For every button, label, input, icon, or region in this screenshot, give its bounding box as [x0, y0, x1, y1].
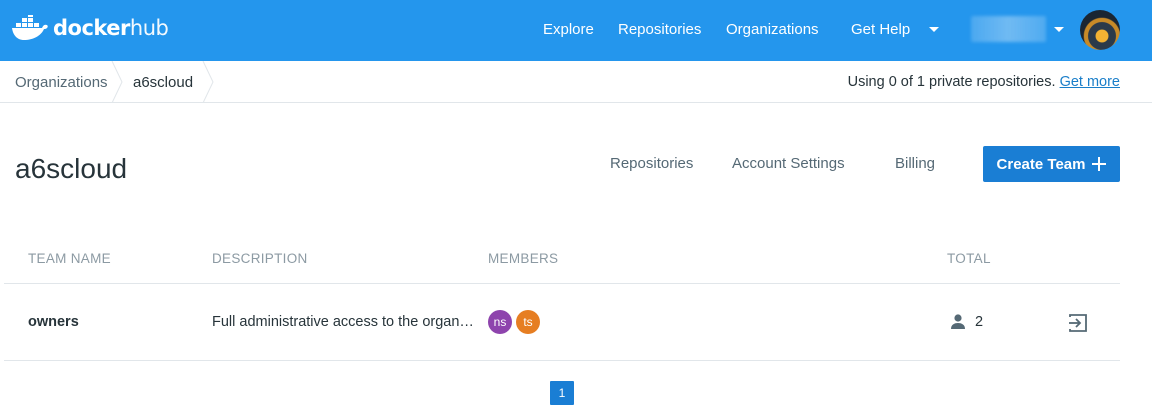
column-header-team-name: TEAM NAME: [28, 251, 111, 266]
tab-repositories[interactable]: Repositories: [610, 155, 693, 172]
breadcrumb-current-org: a6scloud: [133, 74, 194, 91]
breadcrumb: Organizations a6scloud Using 0 of 1 priv…: [0, 61, 1152, 103]
private-repo-usage: Using 0 of 1 private repositories. Get m…: [848, 74, 1120, 90]
user-menu-caret-icon[interactable]: [1054, 27, 1064, 32]
create-team-button[interactable]: Create Team: [983, 146, 1120, 182]
user-avatar[interactable]: [1080, 10, 1120, 50]
nav-repositories[interactable]: Repositories: [618, 21, 701, 38]
member-avatar[interactable]: ns: [488, 310, 512, 334]
top-navbar: dockerhub Explore Repositories Organizat…: [0, 0, 1152, 61]
team-total-members: 2: [975, 314, 984, 330]
person-icon: [951, 314, 965, 329]
tab-billing[interactable]: Billing: [895, 155, 935, 172]
breadcrumb-organizations[interactable]: Organizations: [15, 74, 108, 91]
docker-whale-icon: [12, 15, 48, 40]
docker-hub-logo[interactable]: dockerhub: [11, 13, 169, 43]
nav-get-help[interactable]: Get Help: [851, 21, 910, 38]
tab-account-settings[interactable]: Account Settings: [732, 155, 845, 172]
get-help-caret-icon[interactable]: [929, 27, 939, 32]
nav-organizations[interactable]: Organizations: [726, 21, 819, 38]
breadcrumb-separator-icon: [202, 61, 214, 103]
column-header-total: TOTAL: [947, 251, 991, 266]
team-description: Full administrative access to the organi…: [212, 314, 477, 330]
column-header-members: MEMBERS: [488, 251, 559, 266]
nav-explore[interactable]: Explore: [543, 21, 594, 38]
breadcrumb-separator-icon: [111, 61, 123, 103]
usage-text: Using 0 of 1 private repositories.: [847, 74, 1056, 90]
table-divider: [4, 283, 1120, 284]
page-title: a6scloud: [15, 153, 128, 184]
pagination-page-1[interactable]: 1: [550, 381, 574, 405]
column-header-description: DESCRIPTION: [212, 251, 308, 266]
username-menu[interactable]: [971, 16, 1046, 42]
plus-icon: [1092, 157, 1107, 171]
logo-text: dockerhub: [53, 16, 169, 40]
get-more-link[interactable]: Get more: [1060, 74, 1120, 90]
member-avatar[interactable]: ts: [516, 310, 540, 334]
leave-team-icon[interactable]: [1068, 313, 1088, 333]
table-divider: [4, 360, 1120, 361]
team-name[interactable]: owners: [28, 314, 79, 330]
create-team-label: Create Team: [996, 155, 1086, 173]
